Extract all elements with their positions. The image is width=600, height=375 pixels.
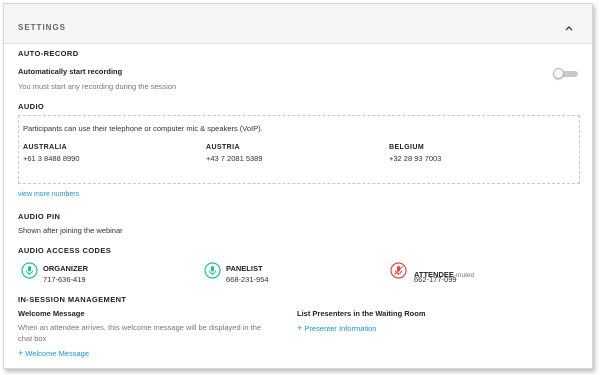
number-phone: +32 28 93 7003 <box>389 154 442 163</box>
audio-pin-section-label: AUDIO PIN <box>18 212 61 221</box>
number-country: AUSTRALIA <box>23 144 68 151</box>
add-welcome-message-button[interactable]: + Welcome Message <box>18 348 89 359</box>
audio-section-label: AUDIO <box>18 102 45 111</box>
attendee-code: 662-177-099 <box>414 275 457 284</box>
microphone-icon <box>21 262 38 279</box>
panelist-code: 668-231-954 <box>226 275 269 284</box>
microphone-icon <box>204 262 221 279</box>
number-country: AUSTRIA <box>206 144 240 151</box>
plus-icon: + <box>297 323 303 333</box>
attendee-muted-suffix: -muted <box>453 272 475 279</box>
settings-title: SETTINGS <box>18 23 67 32</box>
add-welcome-message-label: Welcome Message <box>25 349 89 358</box>
auto-record-title: Automatically start recording <box>18 67 123 76</box>
presenters-title: List Presenters in the Waiting Room <box>297 309 426 318</box>
microphone-muted-icon <box>390 262 407 279</box>
settings-panel: SETTINGS AUTO-RECORD Automatically start… <box>3 3 593 369</box>
access-codes-section-label: AUDIO ACCESS CODES <box>18 246 112 255</box>
toggle-knob <box>553 68 564 79</box>
panelist-label: PANELIST <box>226 264 263 273</box>
number-phone: +61 3 8488 8990 <box>23 154 80 163</box>
number-phone: +43 7 2081 5389 <box>206 154 263 163</box>
welcome-message-title: Welcome Message <box>18 309 85 318</box>
chevron-up-icon[interactable] <box>562 21 576 33</box>
organizer-label: ORGANIZER <box>43 264 88 273</box>
view-more-numbers-link[interactable]: view more numbers <box>18 191 79 198</box>
auto-record-section-label: AUTO-RECORD <box>18 49 79 58</box>
number-country: BELGIUM <box>389 144 425 151</box>
add-presenter-information-button[interactable]: + Presenter Information <box>297 323 377 334</box>
audio-pin-description: Shown after joining the webinar <box>18 226 123 235</box>
auto-record-toggle[interactable] <box>553 68 579 79</box>
organizer-code: 717-636-419 <box>43 275 86 284</box>
welcome-message-description: When an attendee arrives, this welcome m… <box>18 323 262 332</box>
settings-header[interactable]: SETTINGS <box>4 4 592 44</box>
add-presenter-information-label: Presenter Information <box>304 324 377 333</box>
plus-icon: + <box>18 348 24 358</box>
in-session-section-label: IN-SESSION MANAGEMENT <box>18 295 127 304</box>
auto-record-description: You must start any recording during the … <box>18 82 177 91</box>
audio-description: Participants can use their telephone or … <box>23 124 263 133</box>
welcome-message-description-2: chat box <box>18 334 47 343</box>
